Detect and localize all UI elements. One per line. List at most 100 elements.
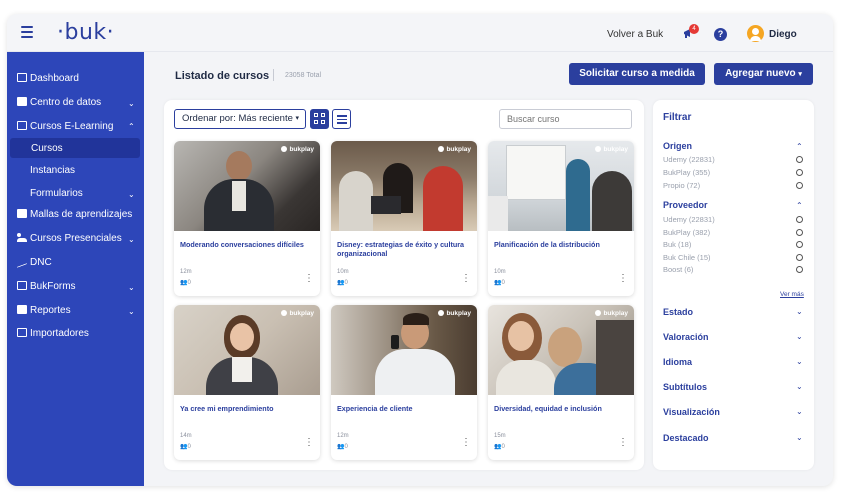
- sidebar-item-label: Importadores: [30, 328, 89, 339]
- filter-section-visualizacion[interactable]: Visualización: [663, 407, 720, 417]
- course-enrolled: 👥0: [180, 444, 191, 450]
- filter-radio[interactable]: [796, 216, 803, 223]
- more-options-icon[interactable]: ⋮: [461, 274, 471, 284]
- filter-radio[interactable]: [796, 169, 803, 176]
- sidebar-item-cursos-presenciales[interactable]: Cursos Presenciales: [17, 233, 122, 244]
- filter-radio[interactable]: [796, 182, 803, 189]
- sidebar-subitem-instancias[interactable]: Instancias: [30, 165, 75, 176]
- course-title[interactable]: Ya cree mi emprendimiento: [180, 404, 314, 413]
- course-enrolled: 👥0: [494, 444, 505, 450]
- course-card[interactable]: bukplay Disney: estrategias de éxito y c…: [331, 141, 477, 296]
- filter-section-destacado[interactable]: Destacado: [663, 433, 709, 443]
- chevron-down-icon[interactable]: ⌄: [796, 332, 803, 341]
- course-enrolled: 👥0: [180, 280, 191, 286]
- file-icon: [17, 209, 27, 218]
- chevron-down-icon[interactable]: ⌄: [128, 235, 135, 244]
- sidebar-item-mallas[interactable]: Mallas de aprendizajes: [17, 209, 132, 220]
- grid-view-button[interactable]: [310, 109, 329, 129]
- bukplay-badge: bukplay: [281, 310, 314, 317]
- sidebar-item-label: Mallas de aprendizajes: [30, 209, 133, 220]
- filter-section-proveedor[interactable]: Proveedor: [663, 200, 708, 210]
- filter-option: Boost (6): [663, 265, 694, 274]
- sidebar-item-reportes[interactable]: Reportes: [17, 305, 71, 316]
- sidebar-subitem-cursos[interactable]: Cursos: [31, 143, 63, 154]
- request-course-button[interactable]: Solicitar curso a medida: [569, 63, 705, 85]
- course-title[interactable]: Experiencia de cliente: [337, 404, 471, 413]
- notification-badge: 4: [689, 24, 699, 34]
- bukplay-badge: bukplay: [595, 310, 628, 317]
- filter-section-valoracion[interactable]: Valoración: [663, 332, 709, 342]
- sidebar-item-label: DNC: [30, 257, 52, 268]
- course-duration: 14m: [180, 433, 192, 439]
- sidebar-item-dashboard[interactable]: Dashboard: [17, 73, 79, 84]
- course-enrolled: 👥0: [337, 444, 348, 450]
- chevron-down-icon[interactable]: ⌄: [796, 382, 803, 391]
- filter-section-subtitulos[interactable]: Subtítulos: [663, 382, 707, 392]
- course-card[interactable]: bukplay Planificación de la distribución…: [488, 141, 634, 296]
- chevron-down-icon[interactable]: ⌄: [128, 283, 135, 292]
- course-title[interactable]: Diversidad, equidad e inclusión: [494, 404, 628, 413]
- chevron-down-icon[interactable]: ⌄: [128, 190, 135, 199]
- sort-dropdown[interactable]: Ordenar por: Más reciente ▾: [174, 109, 306, 129]
- filter-option: BukPlay (382): [663, 228, 711, 237]
- more-options-icon[interactable]: ⋮: [304, 438, 314, 448]
- course-card[interactable]: bukplay Moderando conversaciones difícil…: [174, 141, 320, 296]
- course-thumbnail: [488, 141, 634, 231]
- help-icon[interactable]: ?: [714, 28, 727, 41]
- chevron-down-icon[interactable]: ⌄: [796, 407, 803, 416]
- chevron-down-icon[interactable]: ⌄: [796, 357, 803, 366]
- course-title[interactable]: Disney: estrategias de éxito y cultura o…: [337, 240, 471, 258]
- sidebar-item-bukforms[interactable]: BukForms: [17, 281, 76, 292]
- avatar[interactable]: [747, 25, 764, 42]
- more-options-icon[interactable]: ⋮: [618, 274, 628, 284]
- buk-logo[interactable]: ·buk·: [57, 20, 114, 45]
- sidebar-item-dnc[interactable]: DNC: [17, 257, 52, 268]
- chevron-up-icon[interactable]: ⌃: [128, 122, 135, 131]
- filter-radio[interactable]: [796, 241, 803, 248]
- filter-section-idioma[interactable]: Idioma: [663, 357, 692, 367]
- filter-panel: Filtrar Origen ⌃ Udemy (22831) BukPlay (…: [653, 100, 814, 470]
- filter-radio[interactable]: [796, 254, 803, 261]
- user-name[interactable]: Diego: [769, 29, 797, 40]
- menu-icon[interactable]: [21, 26, 33, 38]
- chevron-up-icon[interactable]: ⌃: [796, 142, 803, 151]
- course-card[interactable]: bukplay Diversidad, equidad e inclusión …: [488, 305, 634, 460]
- sidebar-item-importadores[interactable]: Importadores: [17, 328, 89, 339]
- trend-icon: [17, 258, 27, 268]
- course-card[interactable]: bukplay Experiencia de cliente 12m 👥0 ⋮: [331, 305, 477, 460]
- filter-section-estado[interactable]: Estado: [663, 307, 693, 317]
- sidebar-subitem-formularios[interactable]: Formularios: [30, 188, 83, 199]
- sidebar-item-cursos-elearning[interactable]: Cursos E-Learning: [17, 121, 113, 132]
- filter-section-origen[interactable]: Origen: [663, 141, 692, 151]
- sidebar-item-label: Reportes: [30, 305, 71, 316]
- more-options-icon[interactable]: ⋮: [461, 438, 471, 448]
- course-title[interactable]: Moderando conversaciones difíciles: [180, 240, 314, 249]
- volver-link[interactable]: Volver a Buk: [607, 29, 663, 40]
- more-options-icon[interactable]: ⋮: [304, 274, 314, 284]
- list-view-button[interactable]: [332, 109, 351, 129]
- search-input[interactable]: [499, 109, 632, 129]
- chevron-down-icon[interactable]: ⌄: [128, 99, 135, 108]
- sidebar-item-centro-datos[interactable]: Centro de datos: [17, 97, 101, 108]
- add-new-label: Agregar nuevo: [725, 68, 796, 79]
- more-options-icon[interactable]: ⋮: [618, 438, 628, 448]
- chevron-up-icon[interactable]: ⌃: [796, 201, 803, 210]
- chevron-down-icon[interactable]: ⌄: [796, 307, 803, 316]
- filter-radio[interactable]: [796, 266, 803, 273]
- ver-mas-link[interactable]: Ver más: [780, 291, 804, 298]
- filter-radio[interactable]: [796, 229, 803, 236]
- course-enrolled: 👥0: [337, 280, 348, 286]
- course-thumbnail: [331, 141, 477, 231]
- add-new-button[interactable]: Agregar nuevo ▾: [714, 63, 813, 85]
- sidebar-item-label: Dashboard: [30, 73, 79, 84]
- app-window: ·buk· Volver a Buk 4 ? Diego Dashboard C…: [7, 14, 833, 486]
- chevron-down-icon[interactable]: ⌄: [796, 433, 803, 442]
- chevron-down-icon[interactable]: ⌄: [128, 307, 135, 316]
- bukplay-badge: bukplay: [438, 146, 471, 153]
- filter-radio[interactable]: [796, 156, 803, 163]
- dashboard-icon: [17, 73, 27, 82]
- course-card[interactable]: bukplay Ya cree mi emprendimiento 14m 👥0…: [174, 305, 320, 460]
- form-icon: [17, 281, 27, 290]
- course-title[interactable]: Planificación de la distribución: [494, 240, 628, 249]
- sidebar-item-label: Cursos E-Learning: [30, 121, 114, 132]
